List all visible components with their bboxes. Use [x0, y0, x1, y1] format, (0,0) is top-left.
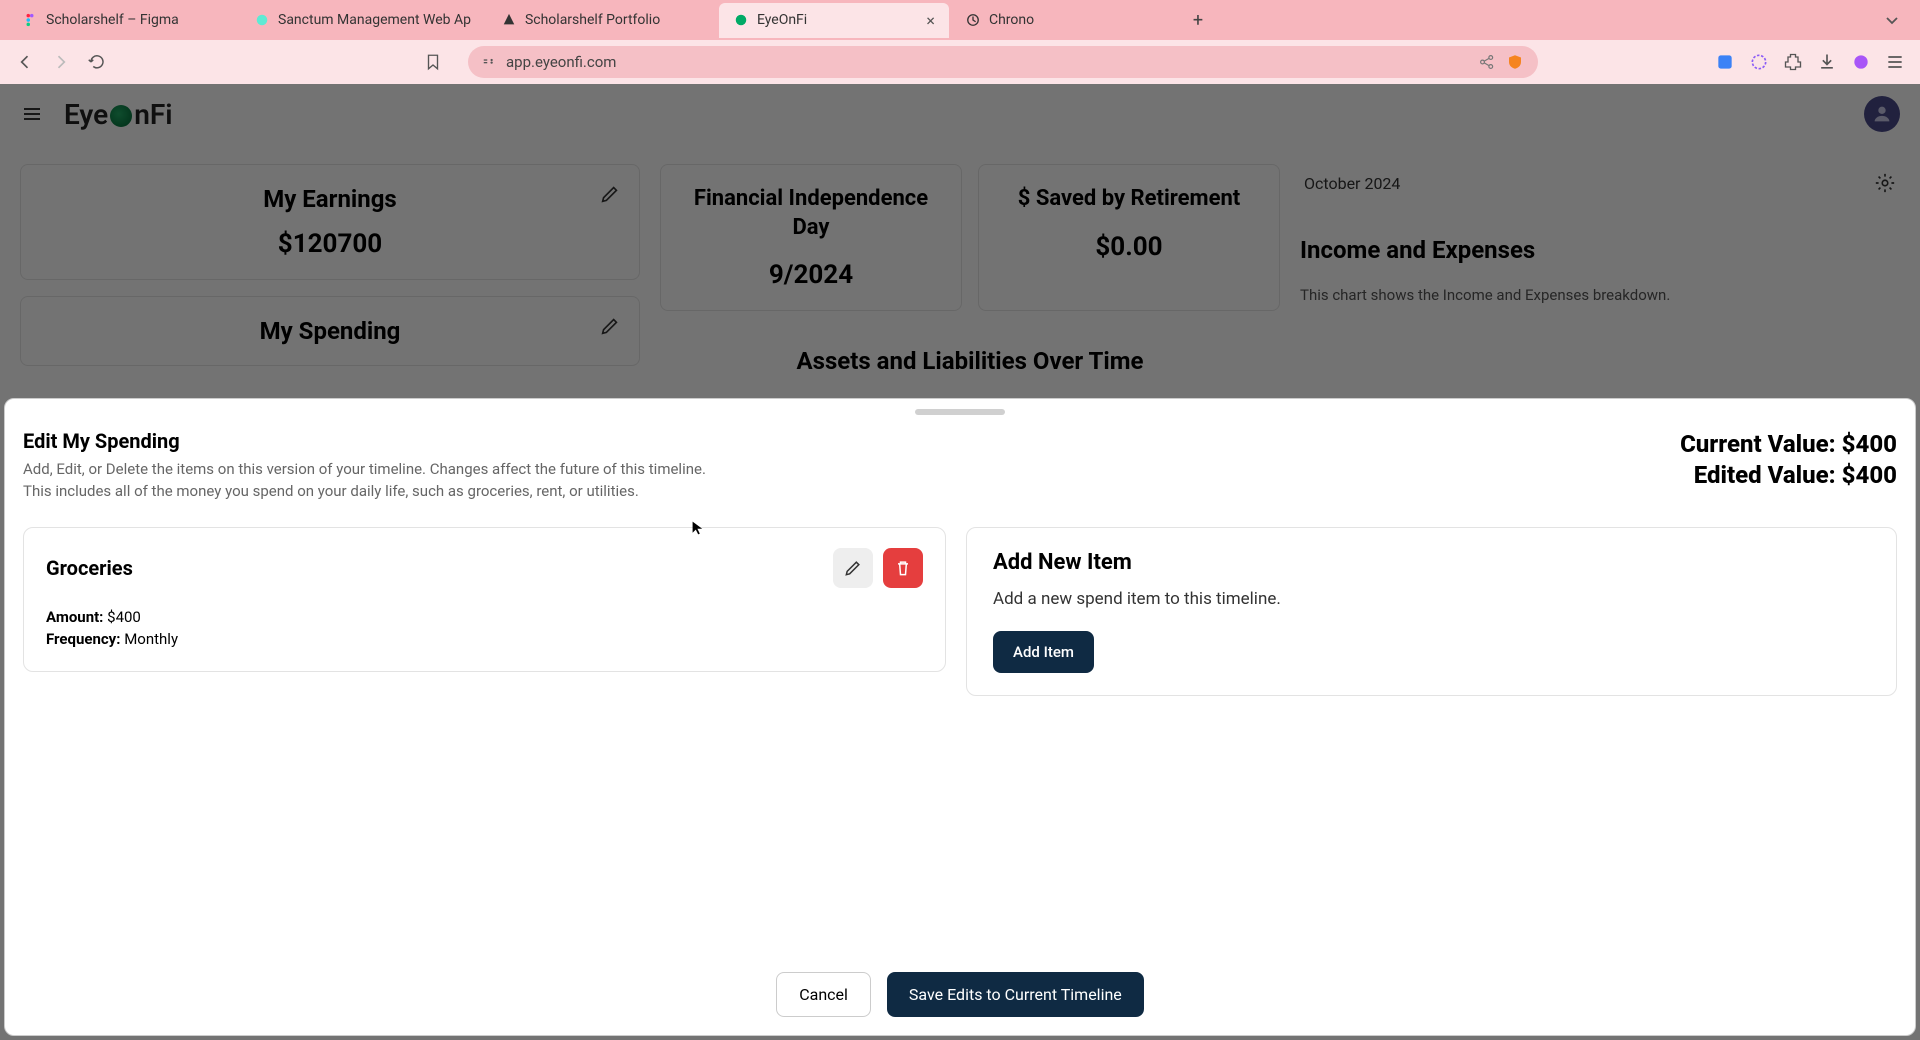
- bookmark-button[interactable]: [422, 51, 444, 73]
- brave-icon[interactable]: [1850, 51, 1872, 73]
- tab-label: Sanctum Management Web Ap: [278, 12, 471, 28]
- download-icon[interactable]: [1816, 51, 1838, 73]
- forward-button[interactable]: [50, 51, 72, 73]
- add-item-button[interactable]: Add Item: [993, 631, 1094, 673]
- item-frequency-value: Monthly: [120, 630, 178, 648]
- edited-value-label: Edited Value:: [1694, 461, 1842, 489]
- close-icon[interactable]: ×: [926, 11, 935, 30]
- extension-icon-1[interactable]: [1714, 51, 1736, 73]
- edit-item-button[interactable]: [833, 548, 873, 588]
- reload-button[interactable]: [86, 51, 108, 73]
- item-amount-label: Amount:: [46, 608, 103, 626]
- tab-overflow[interactable]: [1872, 12, 1912, 28]
- tab-label: EyeOnFi: [757, 12, 807, 28]
- url-bar[interactable]: app.eyeonfi.com: [468, 46, 1538, 78]
- chrono-icon: [965, 12, 981, 28]
- edited-value-row: Edited Value: $400: [1680, 460, 1897, 491]
- url-text: app.eyeonfi.com: [506, 53, 616, 71]
- shield-icon[interactable]: [1506, 53, 1524, 71]
- menu-icon[interactable]: [1884, 51, 1906, 73]
- item-name: Groceries: [46, 556, 133, 580]
- modal-title: Edit My Spending: [23, 429, 1680, 453]
- item-frequency-row: Frequency: Monthly: [46, 628, 923, 651]
- tab-eyeonfi[interactable]: EyeOnFi ×: [719, 3, 949, 38]
- browser-toolbar: app.eyeonfi.com: [0, 40, 1920, 84]
- tab-sanctum[interactable]: Sanctum Management Web Ap: [240, 4, 485, 36]
- portfolio-icon: [501, 12, 517, 28]
- save-button[interactable]: Save Edits to Current Timeline: [887, 972, 1144, 1017]
- edited-value-amount: $400: [1842, 461, 1897, 489]
- current-value-amount: $400: [1842, 430, 1897, 458]
- modal-description: Add, Edit, or Delete the items on this v…: [23, 459, 723, 503]
- item-frequency-label: Frequency:: [46, 630, 120, 648]
- add-item-title: Add New Item: [993, 550, 1870, 575]
- item-amount-value: $400: [103, 608, 140, 626]
- tab-chrono[interactable]: Chrono: [951, 4, 1181, 36]
- extensions-icon[interactable]: [1782, 51, 1804, 73]
- item-amount-row: Amount: $400: [46, 606, 923, 629]
- new-tab-button[interactable]: +: [1183, 10, 1213, 31]
- delete-item-button[interactable]: [883, 548, 923, 588]
- current-value-row: Current Value: $400: [1680, 429, 1897, 460]
- tab-portfolio[interactable]: Scholarshelf Portfolio: [487, 4, 717, 36]
- spending-item-card: Groceries Amount: $400 Frequency: Monthl…: [23, 527, 946, 672]
- figma-icon: [22, 12, 38, 28]
- tab-figma[interactable]: Scholarshelf – Figma: [8, 4, 238, 36]
- add-item-description: Add a new spend item to this timeline.: [993, 589, 1870, 609]
- modal-desc-line1: Add, Edit, or Delete the items on this v…: [23, 460, 706, 478]
- browser-tab-strip: Scholarshelf – Figma Sanctum Management …: [0, 0, 1920, 40]
- cancel-button[interactable]: Cancel: [776, 972, 871, 1017]
- edit-spending-modal: Edit My Spending Add, Edit, or Delete th…: [4, 398, 1916, 1036]
- back-button[interactable]: [14, 51, 36, 73]
- extension-icon-2[interactable]: [1748, 51, 1770, 73]
- tab-label: Scholarshelf Portfolio: [525, 12, 660, 28]
- share-icon[interactable]: [1478, 53, 1496, 71]
- tab-label: Scholarshelf – Figma: [46, 12, 179, 28]
- current-value-label: Current Value:: [1680, 430, 1842, 458]
- eyeonfi-icon: [733, 12, 749, 28]
- add-item-card: Add New Item Add a new spend item to thi…: [966, 527, 1897, 696]
- modal-desc-line2: This includes all of the money you spend…: [23, 482, 639, 500]
- site-settings-icon[interactable]: [482, 55, 496, 69]
- sanctum-icon: [254, 12, 270, 28]
- tab-label: Chrono: [989, 12, 1034, 28]
